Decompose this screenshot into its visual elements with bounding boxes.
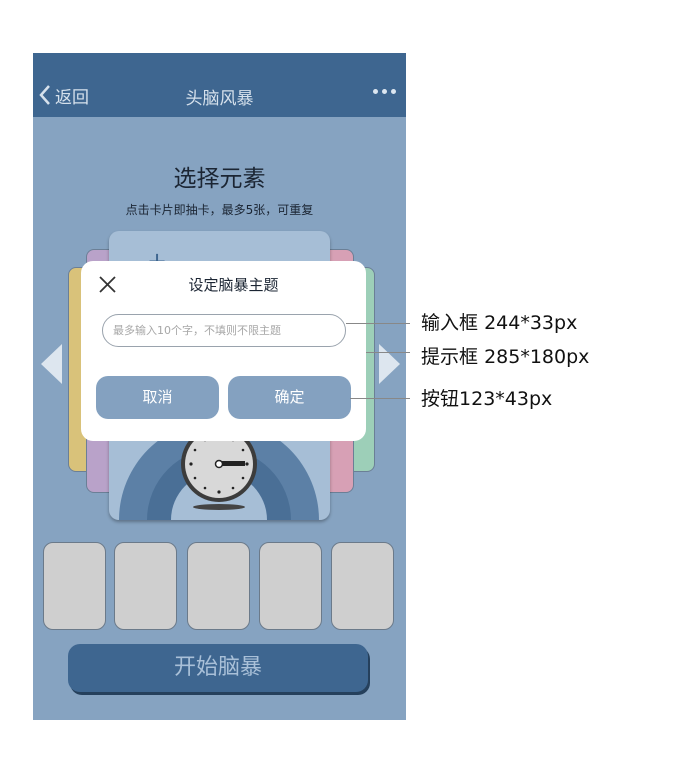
annotation-input: 输入框 244*33px xyxy=(421,308,577,335)
start-brainstorm-button[interactable]: 开始脑暴 xyxy=(68,644,368,692)
annotation-label: 提示框 xyxy=(421,346,479,368)
annotation-button: 按钮123*43px xyxy=(421,384,552,411)
section-title: 选择元素 xyxy=(173,166,266,192)
dialog-title: 设定脑暴主题 xyxy=(188,276,279,294)
card-slot-4[interactable] xyxy=(259,542,322,630)
annotation-line-input xyxy=(346,323,410,324)
next-arrow-icon[interactable] xyxy=(379,344,400,384)
annotation-spec: 244*33px xyxy=(484,312,578,334)
nav-title: 头脑风暴 xyxy=(185,89,254,109)
card-slot-5[interactable] xyxy=(331,542,394,630)
annotation-spec: 285*180px xyxy=(484,346,590,368)
confirm-button[interactable]: 确定 xyxy=(228,376,351,419)
annotation-line-dialog xyxy=(366,352,410,353)
navbar: 返回 头脑风暴 xyxy=(33,53,406,117)
annotation-spec: 123*43px xyxy=(459,388,553,410)
card-slot-2[interactable] xyxy=(114,542,177,630)
topic-input[interactable] xyxy=(102,314,346,347)
card-slot-1[interactable] xyxy=(43,542,106,630)
annotation-label: 按钮 xyxy=(421,388,460,410)
topic-dialog: 设定脑暴主题 取消 确定 xyxy=(81,261,366,441)
annotation-label: 输入框 xyxy=(421,312,479,334)
cancel-button[interactable]: 取消 xyxy=(96,376,219,419)
annotation-line-button xyxy=(350,398,410,399)
more-icon[interactable] xyxy=(373,89,396,94)
section-subtitle: 点击卡片即抽卡，最多5张，可重复 xyxy=(125,203,314,217)
annotation-dialog: 提示框 285*180px xyxy=(421,342,589,369)
card-slot-3[interactable] xyxy=(187,542,250,630)
previous-arrow-icon[interactable] xyxy=(41,344,62,384)
